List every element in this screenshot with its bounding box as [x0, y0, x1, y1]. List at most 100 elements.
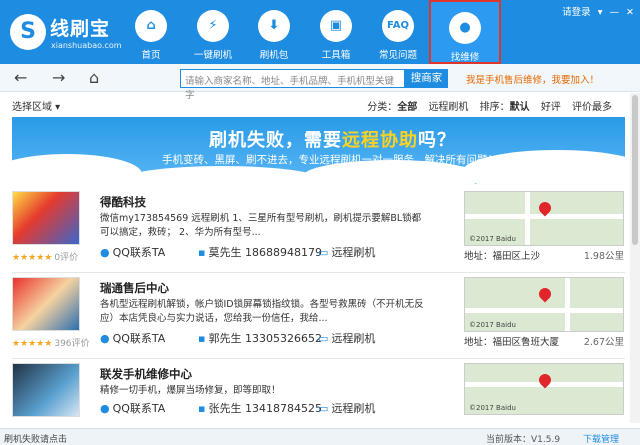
qq-icon: ●: [100, 402, 110, 415]
filter-bar: 选择区域 ▾ 分类：全部 远程刷机 排序：默认 好评 评价最多: [0, 93, 640, 115]
nav-firmware[interactable]: ⬇ 刷机包: [245, 0, 303, 64]
shop-card[interactable]: 联发手机维修中心 精修一切手机，爆屏当场修复，即等即取！ ● QQ联系TA ▪ 张先…: [12, 360, 625, 422]
remote-flash-button[interactable]: ▭ 远程刷机: [318, 400, 375, 416]
review-count: 0评价: [54, 253, 79, 263]
category-remote[interactable]: 远程刷机: [428, 102, 468, 113]
phone-contact: ▪ 莫先生 18688948179: [198, 246, 322, 259]
qq-contact-button[interactable]: ● QQ联系TA: [100, 400, 165, 416]
scrollbar[interactable]: [630, 93, 640, 423]
nav-label: 一键刷机: [193, 50, 232, 61]
logo-icon: S: [10, 14, 46, 50]
phone-contact: ▪ 郭先生 13305326652: [198, 332, 322, 345]
cloud-shape: [122, 166, 322, 184]
nav-find-repair[interactable]: ● 找维修: [429, 0, 501, 64]
back-arrow-icon[interactable]: ←: [14, 68, 27, 87]
person-icon: ●: [449, 12, 481, 44]
close-icon[interactable]: ✕: [626, 7, 634, 18]
nav-label: 工具箱: [321, 50, 351, 61]
category-all[interactable]: 全部: [397, 102, 417, 113]
map-attribution: ©2017 Baidu: [469, 321, 516, 329]
search-button[interactable]: 搜商家: [405, 69, 448, 88]
shop-name[interactable]: 联发手机维修中心: [100, 366, 192, 382]
banner-title: 刷机失败，需要远程协助吗？: [209, 130, 456, 151]
contact-card-icon: ▪: [198, 246, 206, 259]
toolbox-icon: ▣: [320, 10, 352, 42]
sort-default[interactable]: 默认: [510, 102, 530, 113]
shop-name[interactable]: 瑞通售后中心: [100, 280, 169, 296]
qq-icon: ●: [100, 246, 110, 259]
map-attribution: ©2017 Baidu: [469, 235, 516, 243]
remote-help-banner[interactable]: 刷机失败，需要远程协助吗？ 手机变砖、黑屏、刷不进去，专业远程刷机一对一服务，解…: [12, 117, 625, 184]
nav-label: 常见问题: [378, 50, 417, 61]
shop-description: 各机型远程刷机解锁，帐户锁ID锁屏幕锁指纹锁。各型号救黑砖（不开机无反应）本店凭…: [100, 299, 424, 324]
banner-subtitle: 手机变砖、黑屏、刷不进去，专业远程刷机一对一服务，解决所有问题！: [162, 154, 498, 166]
shop-address: 地址：福田区上沙 1.98公里: [464, 248, 624, 262]
nav-toolbox[interactable]: ▣ 工具箱: [307, 0, 365, 64]
forward-arrow-icon[interactable]: →: [52, 68, 65, 87]
shop-distance: 1.98公里: [583, 251, 624, 262]
lightning-icon: ⚡: [197, 10, 229, 42]
region-dropdown[interactable]: 选择区域 ▾: [12, 98, 60, 113]
nav-home[interactable]: ⌂ 首页: [122, 0, 180, 64]
home-icon[interactable]: ⌂: [89, 68, 99, 87]
version-label: 当前版本：V1.5.9: [486, 435, 561, 445]
shop-photo[interactable]: [12, 277, 80, 331]
shop-address: 地址：福田区鲁班大厦 2.67公里: [464, 334, 624, 348]
shop-card[interactable]: ★★★★★ 396评价 瑞通售后中心 各机型远程刷机解锁，帐户锁ID锁屏幕锁指纹锁…: [12, 274, 625, 359]
download-icon: ⬇: [258, 10, 290, 42]
sort-rating[interactable]: 好评: [541, 102, 561, 113]
faq-icon: FAQ: [382, 10, 414, 42]
nav-label: 找维修: [450, 52, 480, 63]
phone-contact: ▪ 张先生 13418784525: [198, 402, 322, 415]
login-link[interactable]: 请登录: [562, 7, 591, 18]
status-bar: 刷机失败请点击 当前版本：V1.5.9 下载管理: [0, 428, 640, 445]
rating-stars: ★★★★★ 0评价: [12, 253, 79, 263]
shop-description: 微信my173854569 远程刷机 1、三星所有型号刷机，刷机提示要解BL锁都…: [100, 213, 422, 238]
sort-most-reviews[interactable]: 评价最多: [572, 102, 612, 113]
shop-photo[interactable]: [12, 363, 80, 417]
qq-contact-button[interactable]: ● QQ联系TA: [100, 330, 165, 346]
ad-tag: 广告: [18, 166, 34, 175]
shop-distance: 2.67公里: [583, 337, 624, 348]
shop-map[interactable]: ©2017 Baidu: [464, 191, 624, 246]
sort-label: 排序：: [479, 102, 510, 113]
shop-card[interactable]: ★★★★★ 0评价 得酷科技 微信my173854569 远程刷机 1、三星所有型…: [12, 188, 625, 273]
header-bar: S 线刷宝 xianshuabao.com ⌂ 首页 ⚡ 一键刷机 ⬇ 刷机包 …: [0, 0, 640, 64]
review-count: 396评价: [54, 339, 90, 349]
nav-label: 首页: [141, 50, 161, 61]
shop-photo[interactable]: [12, 191, 80, 245]
minimize-icon[interactable]: —: [610, 7, 620, 18]
rating-stars: ★★★★★ 396评价: [12, 339, 90, 349]
monitor-icon: ▭: [318, 402, 329, 415]
shop-description: 精修一切手机，爆屏当场修复，即等即取！: [100, 385, 281, 396]
map-road: [525, 192, 530, 245]
contact-card-icon: ▪: [198, 402, 206, 415]
shop-map[interactable]: ©2017 Baidu: [464, 277, 624, 332]
filter-options: 分类：全部 远程刷机 排序：默认 好评 评价最多: [359, 98, 612, 113]
remote-flash-button[interactable]: ▭ 远程刷机: [318, 330, 375, 346]
flash-fail-help-link[interactable]: 刷机失败请点击: [4, 432, 67, 445]
monitor-icon: ▭: [318, 332, 329, 345]
nav-label: 刷机包: [259, 50, 289, 61]
shop-name[interactable]: 得酷科技: [100, 194, 146, 210]
qq-contact-button[interactable]: ● QQ联系TA: [100, 244, 165, 260]
monitor-icon: ▭: [318, 246, 329, 259]
remote-flash-button[interactable]: ▭ 远程刷机: [318, 244, 375, 260]
menu-icon[interactable]: ▾: [598, 7, 603, 18]
nav-faq[interactable]: FAQ 常见问题: [369, 0, 427, 64]
nav-one-click-flash[interactable]: ⚡ 一键刷机: [184, 0, 242, 64]
category-label: 分类：: [367, 102, 398, 113]
brand-name: 线刷宝: [50, 18, 111, 40]
join-promo-link[interactable]: 我是手机售后维修，我要加入！: [466, 72, 599, 86]
contact-card-icon: ▪: [198, 332, 206, 345]
download-manager-button[interactable]: 下载管理: [583, 432, 619, 445]
qq-icon: ●: [100, 332, 110, 345]
window-controls: 请登录 ▾ — ✕: [558, 4, 634, 18]
scrollbar-thumb[interactable]: [632, 95, 638, 245]
map-road: [465, 308, 623, 313]
map-attribution: ©2017 Baidu: [469, 404, 516, 412]
shop-map[interactable]: ©2017 Baidu: [464, 363, 624, 415]
search-input[interactable]: 请输入商家名称、地址、手机品牌、手机机型关键字: [180, 69, 405, 101]
map-pin-icon: [536, 285, 554, 303]
map-road: [565, 278, 570, 331]
